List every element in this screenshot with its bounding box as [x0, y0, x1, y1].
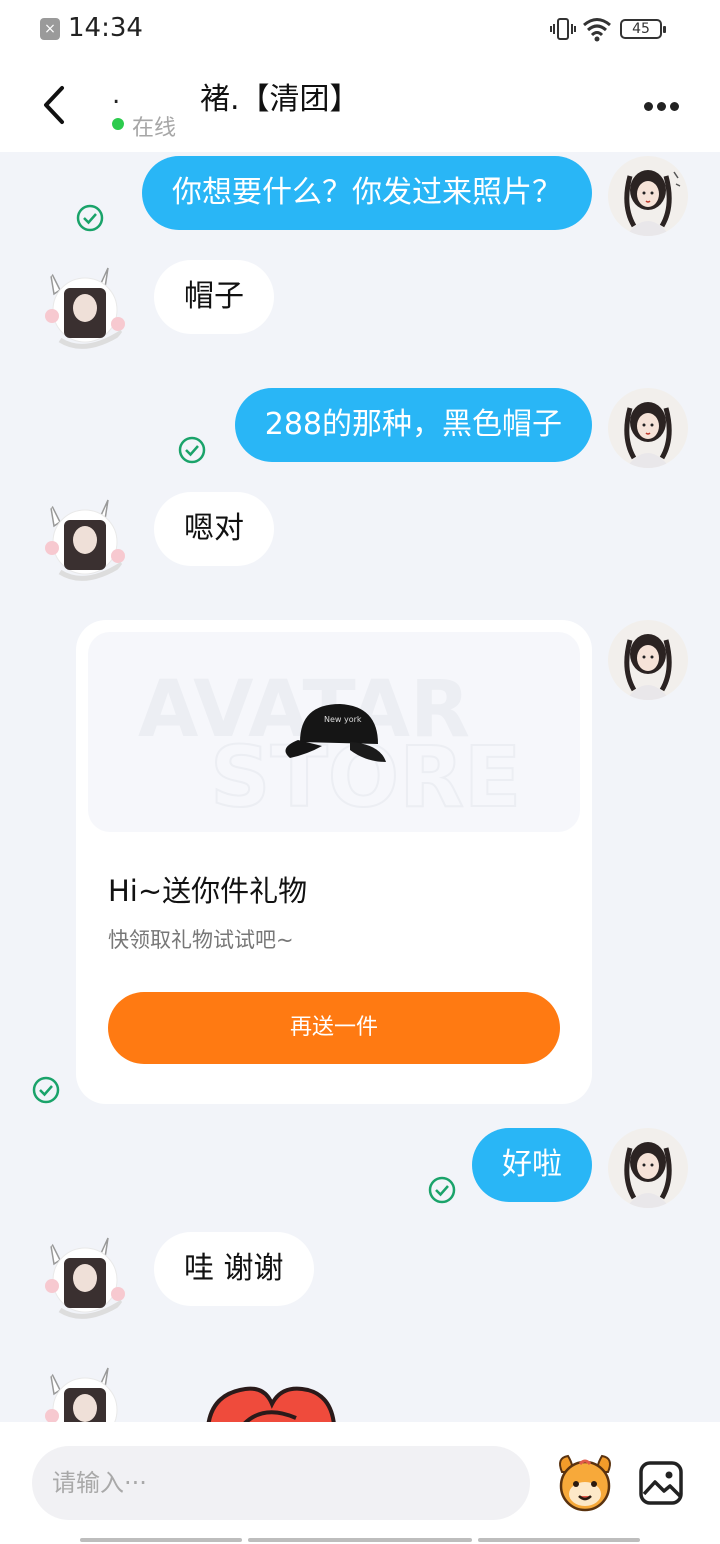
dot-icon — [657, 102, 666, 111]
contact-avatar[interactable] — [40, 1230, 130, 1322]
vibrate-icon — [550, 18, 576, 40]
chat-name-prefix: . — [112, 80, 121, 110]
input-bar — [0, 1422, 720, 1544]
chat-title[interactable]: 褚.【清团】 — [200, 74, 360, 118]
status-bar: × 14:34 45 — [0, 0, 720, 58]
dot-icon — [670, 102, 679, 111]
delivered-check-icon — [428, 1176, 456, 1204]
chat-header: . 褚.【清团】 在线 — [0, 58, 720, 152]
delivered-check-icon — [178, 436, 206, 464]
more-options-button[interactable] — [644, 96, 684, 111]
nav-indicator — [80, 1538, 242, 1542]
gift-title: Hi~送你件礼物 — [108, 874, 308, 908]
online-indicator — [112, 118, 124, 130]
my-avatar[interactable] — [608, 620, 688, 700]
my-avatar[interactable] — [608, 1128, 688, 1208]
cap-text: New york — [324, 715, 362, 724]
heart-sticker-icon[interactable] — [204, 1384, 338, 1422]
image-picker-icon[interactable] — [638, 1460, 684, 1506]
notification-icon: × — [40, 18, 60, 40]
contact-avatar[interactable] — [40, 492, 130, 584]
delivered-check-icon — [76, 204, 104, 232]
gift-card[interactable]: AVATAR STORE New york Hi~送你件礼物 快领取礼物试试吧~… — [76, 620, 592, 1104]
nav-indicator — [248, 1538, 472, 1542]
contact-avatar[interactable] — [40, 260, 130, 352]
gift-image: AVATAR STORE New york — [88, 632, 580, 832]
send-another-button[interactable]: 再送一件 — [108, 992, 560, 1064]
message-bubble-mine[interactable]: 288的那种，黑色帽子 — [234, 388, 592, 462]
message-bubble-theirs[interactable]: 嗯对 — [154, 492, 274, 566]
message-list[interactable]: 你想要什么？你发过来照片？ 帽子 288的那种，黑色帽子 嗯对 AVATAR S… — [0, 152, 720, 1422]
message-bubble-mine[interactable]: 好啦 — [472, 1128, 592, 1202]
message-bubble-theirs[interactable]: 哇 谢谢 — [154, 1232, 314, 1306]
my-avatar[interactable] — [608, 156, 688, 236]
online-status: 在线 — [132, 116, 177, 141]
wifi-icon — [583, 18, 611, 42]
message-bubble-theirs[interactable]: 帽子 — [154, 260, 274, 334]
status-time: 14:34 — [68, 13, 143, 43]
battery-icon: 45 — [620, 19, 666, 39]
delivered-check-icon — [32, 1076, 60, 1104]
gift-subtitle: 快领取礼物试试吧~ — [108, 928, 294, 952]
contact-avatar[interactable] — [40, 1360, 130, 1422]
message-bubble-mine[interactable]: 你想要什么？你发过来照片？ — [142, 156, 592, 230]
status-icons: 45 — [550, 14, 680, 44]
my-avatar[interactable] — [608, 388, 688, 468]
back-arrow-icon[interactable] — [34, 82, 74, 128]
emoji-sticker-icon[interactable] — [552, 1450, 618, 1516]
nav-indicator — [478, 1538, 640, 1542]
message-input[interactable] — [32, 1446, 530, 1520]
dot-icon — [644, 102, 653, 111]
